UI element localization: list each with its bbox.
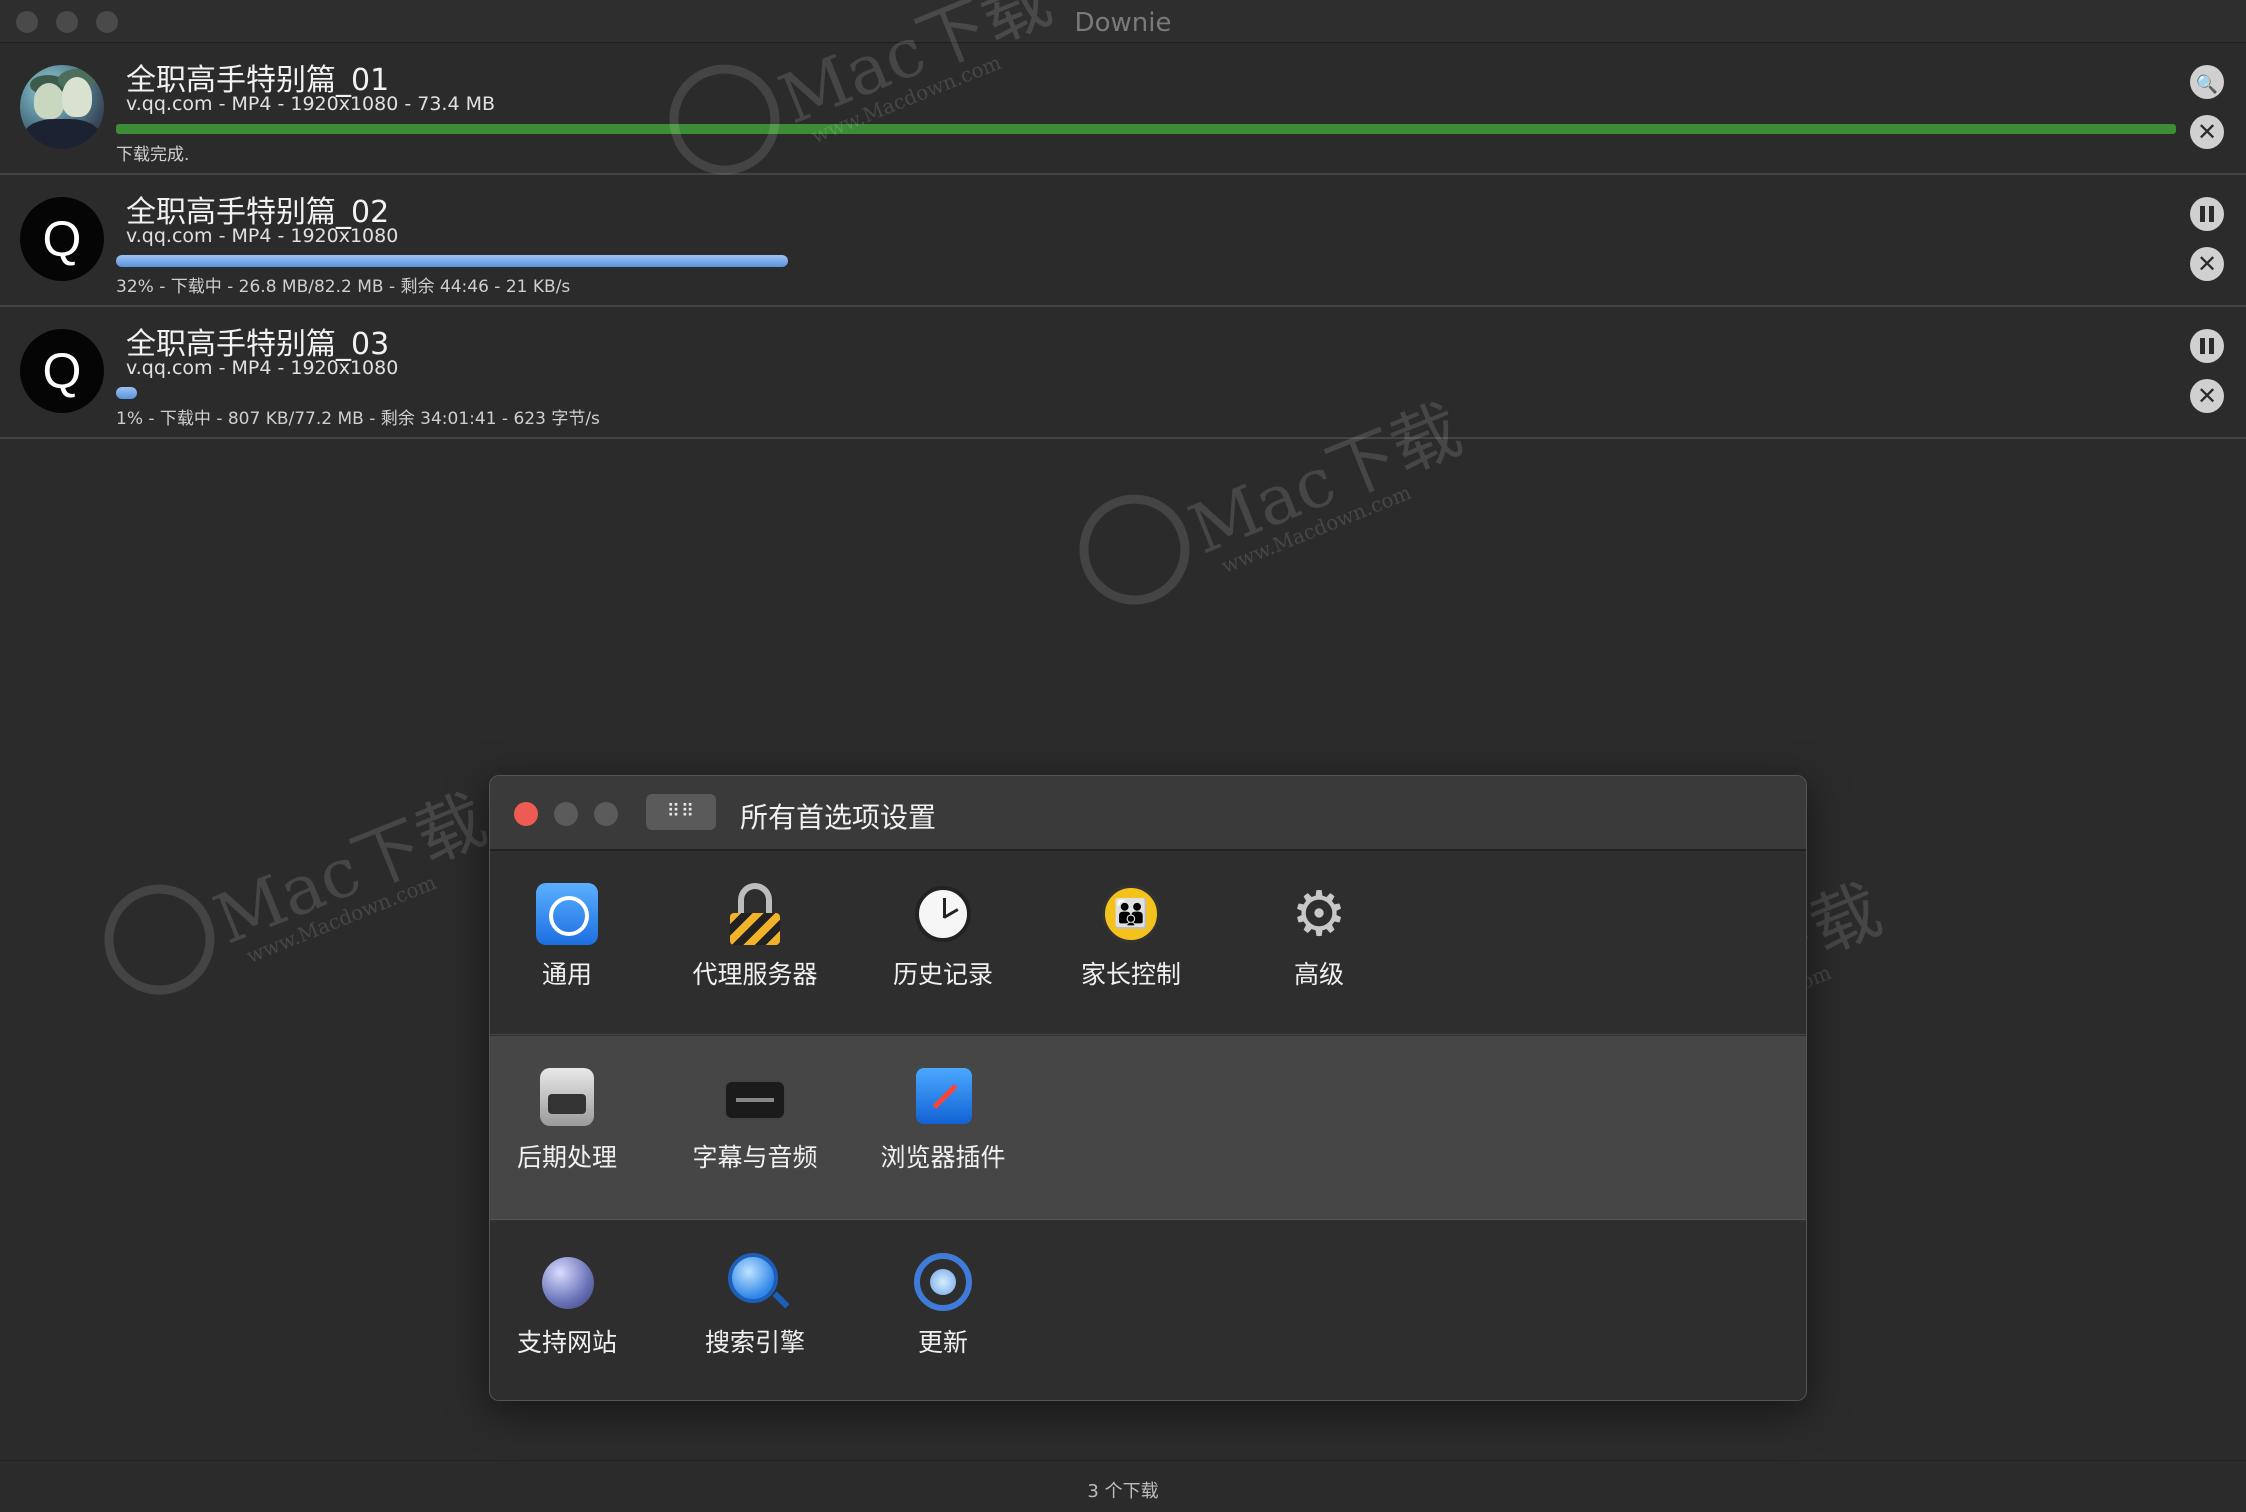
pause-button[interactable] (2190, 197, 2224, 231)
preferences-window: ⠿⠿ 所有首选项设置 通用 代理服务器 历史记录 👪 家长控制 ⚙ 高级 后期处… (489, 775, 1807, 1401)
progress-bar (116, 387, 2216, 399)
pref-advanced[interactable]: ⚙ 高级 (1249, 883, 1389, 991)
pref-parental-control[interactable]: 👪 家长控制 (1061, 883, 1201, 991)
close-preferences-button[interactable] (514, 802, 538, 826)
remove-download-button[interactable]: ✕ (2190, 379, 2224, 413)
download-status: 下载完成. (116, 145, 190, 165)
pref-supported-sites[interactable]: 支持网站 (497, 1251, 637, 1359)
watermark-logo: Mac下载www.Macdown.com (87, 759, 503, 1016)
lock-icon (724, 883, 786, 945)
preferences-title: 所有首选项设置 (740, 801, 937, 834)
download-meta: v.qq.com - MP4 - 1920x1080 (126, 225, 399, 247)
show-all-button[interactable]: ⠿⠿ (646, 794, 716, 830)
download-row-3[interactable]: Q 全职高手特别篇_03 v.qq.com - MP4 - 1920x1080 … (0, 307, 2246, 439)
download-status: 1% - 下载中 - 807 KB/77.2 MB - 剩余 34:01:41 … (116, 409, 600, 429)
pref-general[interactable]: 通用 (497, 883, 637, 991)
preferences-row-3: 支持网站 搜索引擎 更新 (490, 1221, 1806, 1400)
minimize-preferences-button[interactable] (554, 802, 578, 826)
progress-bar (116, 255, 2216, 267)
clock-icon (912, 883, 974, 945)
pref-post-processing[interactable]: 后期处理 (497, 1066, 637, 1174)
grid-icon: ⠿⠿ (666, 801, 696, 822)
pref-proxy[interactable]: 代理服务器 (685, 883, 825, 991)
preferences-row-2: 后期处理 字幕与音频 浏览器插件 (490, 1036, 1806, 1220)
pref-subtitles-audio[interactable]: 字幕与音频 (685, 1066, 825, 1174)
pref-browser-extensions[interactable]: 浏览器插件 (873, 1066, 1013, 1174)
window-title: Downie (1074, 8, 1172, 38)
pause-button[interactable] (2190, 329, 2224, 363)
general-icon (536, 883, 598, 945)
main-titlebar: Downie (0, 0, 2246, 43)
pause-icon (2200, 338, 2205, 354)
close-icon: ✕ (2196, 250, 2218, 278)
pref-updates[interactable]: 更新 (873, 1251, 1013, 1359)
globe-icon (536, 1251, 598, 1313)
subtitle-icon (724, 1066, 786, 1128)
robot-icon (536, 1066, 598, 1128)
download-status: 32% - 下载中 - 26.8 MB/82.2 MB - 剩余 44:46 -… (116, 277, 571, 297)
close-icon: ✕ (2196, 382, 2218, 410)
download-count: 3 个下载 (1087, 1481, 1159, 1502)
progress-fill (116, 255, 788, 267)
search-icon (724, 1251, 786, 1313)
site-avatar: Q (20, 197, 104, 281)
parental-control-icon: 👪 (1100, 883, 1162, 945)
progress-bar (116, 123, 2176, 135)
zoom-preferences-button[interactable] (594, 802, 618, 826)
update-icon (912, 1251, 974, 1313)
download-row-1[interactable]: 全职高手特别篇_01 v.qq.com - MP4 - 1920x1080 - … (0, 43, 2246, 175)
pref-search-engines[interactable]: 搜索引擎 (685, 1251, 825, 1359)
close-icon: ✕ (2196, 118, 2218, 146)
download-meta: v.qq.com - MP4 - 1920x1080 (126, 357, 399, 379)
gear-icon: ⚙ (1291, 877, 1347, 950)
download-meta: v.qq.com - MP4 - 1920x1080 - 73.4 MB (126, 93, 496, 115)
reveal-search-button[interactable]: 🔍 (2190, 65, 2224, 99)
progress-fill (116, 387, 137, 399)
download-row-2[interactable]: Q 全职高手特别篇_02 v.qq.com - MP4 - 1920x1080 … (0, 175, 2246, 307)
preferences-titlebar: ⠿⠿ 所有首选项设置 (490, 776, 1806, 851)
pref-history[interactable]: 历史记录 (873, 883, 1013, 991)
remove-download-button[interactable]: ✕ (2190, 247, 2224, 281)
preferences-row-1: 通用 代理服务器 历史记录 👪 家长控制 ⚙ 高级 (490, 853, 1806, 1035)
download-list: 全职高手特别篇_01 v.qq.com - MP4 - 1920x1080 - … (0, 43, 2246, 439)
status-footer: 3 个下载 (0, 1460, 2246, 1512)
progress-fill (116, 124, 2176, 134)
compass-icon (912, 1066, 974, 1128)
site-avatar: Q (20, 329, 104, 413)
pause-icon (2200, 206, 2205, 222)
video-thumbnail (20, 65, 104, 149)
magnifier-icon: 🔍 (2195, 74, 2219, 95)
remove-download-button[interactable]: ✕ (2190, 115, 2224, 149)
